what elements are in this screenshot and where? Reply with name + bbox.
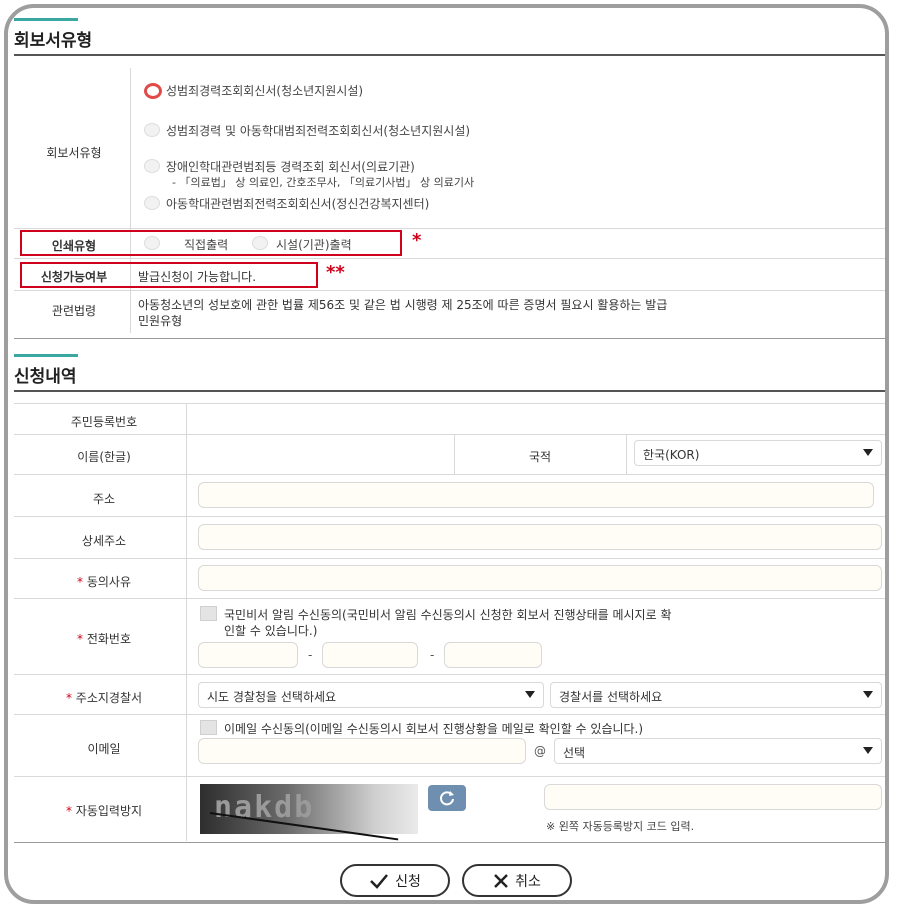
row-divider bbox=[14, 290, 885, 291]
row-divider bbox=[14, 558, 885, 559]
close-icon bbox=[494, 873, 508, 888]
title-accent bbox=[14, 18, 78, 21]
email-domain-value: 선택 bbox=[563, 746, 586, 760]
print-type-label: 인쇄유형 bbox=[51, 239, 97, 253]
check-icon bbox=[370, 873, 389, 889]
section-divider bbox=[14, 338, 885, 339]
radio-print-direct[interactable] bbox=[144, 236, 160, 250]
police-label: * 주소지경찰서 bbox=[65, 691, 143, 705]
section-divider bbox=[14, 390, 885, 392]
print-direct-label: 직접출력 bbox=[184, 238, 229, 252]
print-type-mark: * bbox=[412, 230, 422, 251]
report-type-label: 회보서유형 bbox=[46, 146, 102, 160]
row-divider bbox=[14, 516, 885, 517]
chevron-down-icon bbox=[525, 691, 535, 698]
submit-button-label: 신청 bbox=[395, 873, 421, 890]
row-divider bbox=[14, 598, 885, 599]
column-divider bbox=[626, 434, 627, 474]
phone-consent-checkbox[interactable] bbox=[200, 606, 217, 621]
row-divider bbox=[14, 714, 885, 715]
phone-part-2-input[interactable] bbox=[322, 642, 418, 668]
report-option-2-label: 성범죄경력 및 아동학대범죄전력조회회신서(청소년지원시설) bbox=[166, 124, 471, 138]
captcha-image: nakdb bbox=[200, 784, 418, 841]
radio-option-3[interactable] bbox=[144, 159, 160, 173]
nationality-value: 한국(KOR) bbox=[643, 448, 700, 462]
police-station-select[interactable]: 경찰서를 선택하세요 bbox=[550, 682, 882, 708]
address-label: 주소 bbox=[92, 492, 116, 506]
row-divider bbox=[14, 474, 885, 475]
chevron-down-icon bbox=[863, 691, 873, 698]
phone-consent-text-1: 국민비서 알림 수신동의(국민비서 알림 수신동의시 신청한 회보서 진행상태를… bbox=[224, 608, 672, 622]
cancel-button[interactable]: 취소 bbox=[462, 864, 572, 897]
phone-part-1-input[interactable] bbox=[198, 642, 298, 668]
apply-section-title: 신청내역 bbox=[14, 367, 77, 387]
rrn-label: 주민등록번호 bbox=[70, 415, 138, 429]
law-text-line-2: 민원유형 bbox=[138, 314, 183, 328]
captcha-hint: ※ 왼쪽 자동등록방지 코드 입력. bbox=[546, 820, 695, 833]
phone-consent-text-2: 인할 수 있습니다.) bbox=[224, 624, 318, 638]
police-station-value: 경찰서를 선택하세요 bbox=[559, 690, 663, 704]
row-divider bbox=[14, 776, 885, 777]
availability-value: 발급신청이 가능합니다. bbox=[138, 270, 257, 284]
nationality-select[interactable]: 한국(KOR) bbox=[634, 440, 882, 466]
cancel-button-label: 취소 bbox=[515, 873, 541, 890]
column-divider bbox=[130, 68, 131, 333]
row-divider bbox=[14, 674, 885, 675]
availability-mark: ** bbox=[326, 262, 345, 283]
section-divider bbox=[14, 54, 885, 56]
captcha-refresh-button[interactable] bbox=[428, 785, 466, 811]
phone-part-3-input[interactable] bbox=[444, 642, 542, 668]
chevron-down-icon bbox=[863, 747, 873, 754]
consent-reason-input[interactable] bbox=[198, 565, 882, 591]
police-agency-value: 시도 경찰청을 선택하세요 bbox=[207, 690, 337, 704]
submit-button[interactable]: 신청 bbox=[340, 864, 450, 897]
form-bottom-divider bbox=[14, 842, 885, 843]
row-divider bbox=[14, 258, 885, 259]
phone-separator: - bbox=[430, 648, 435, 662]
radio-option-1[interactable] bbox=[144, 83, 162, 99]
radio-print-facility[interactable] bbox=[252, 236, 268, 250]
window-frame: 회보서유형 회보서유형 성범죄경력조회회신서(청소년지원시설) 성범죄경력 및 … bbox=[4, 4, 889, 904]
email-domain-select[interactable]: 선택 bbox=[554, 738, 882, 764]
email-consent-text: 이메일 수신동의(이메일 수신동의시 회보서 진행상황을 메일로 확인할 수 있… bbox=[224, 722, 644, 736]
report-type-section-title: 회보서유형 bbox=[14, 31, 93, 51]
email-consent-checkbox[interactable] bbox=[200, 720, 217, 735]
email-id-input[interactable] bbox=[198, 738, 526, 764]
report-option-3-label: 장애인학대관련범죄등 경력조회 회신서(의료기관) bbox=[166, 160, 415, 174]
law-label: 관련법령 bbox=[51, 304, 97, 318]
detail-address-label: 상세주소 bbox=[81, 534, 127, 548]
report-option-1-label: 성범죄경력조회회신서(청소년지원시설) bbox=[166, 84, 364, 98]
availability-label: 신청가능여부 bbox=[40, 270, 108, 284]
row-divider bbox=[14, 403, 885, 404]
law-text-line-1: 아동청소년의 성보호에 관한 법률 제56조 및 같은 법 시행령 제 25조에… bbox=[138, 298, 668, 312]
address-input[interactable] bbox=[198, 482, 874, 508]
email-at-sign: @ bbox=[534, 744, 546, 758]
row-divider bbox=[14, 434, 885, 435]
consent-reason-label: * 동의사유 bbox=[77, 575, 131, 589]
police-agency-select[interactable]: 시도 경찰청을 선택하세요 bbox=[198, 682, 544, 708]
refresh-icon bbox=[440, 791, 454, 806]
row-divider bbox=[14, 228, 885, 229]
radio-option-4[interactable] bbox=[144, 196, 160, 210]
captcha-label: * 자동입력방지 bbox=[65, 804, 143, 818]
captcha-input[interactable] bbox=[544, 784, 882, 810]
nationality-label: 국적 bbox=[528, 450, 552, 464]
phone-separator: - bbox=[308, 648, 313, 662]
phone-label: * 전화번호 bbox=[77, 632, 131, 646]
radio-option-2[interactable] bbox=[144, 123, 160, 137]
print-facility-label: 시설(기관)출력 bbox=[276, 238, 352, 252]
name-label: 이름(한글) bbox=[77, 450, 131, 464]
chevron-down-icon bbox=[863, 449, 873, 456]
title-accent bbox=[14, 354, 78, 357]
detail-address-input[interactable] bbox=[198, 524, 882, 550]
email-label: 이메일 bbox=[87, 742, 121, 756]
report-option-4-label: 아동학대관련범죄전력조회회신서(정신건강복지센터) bbox=[166, 197, 430, 211]
report-option-3-subtext: - 「의료법」 상 의료인, 간호조무사, 「의료기사법」 상 의료기사 bbox=[172, 176, 475, 189]
